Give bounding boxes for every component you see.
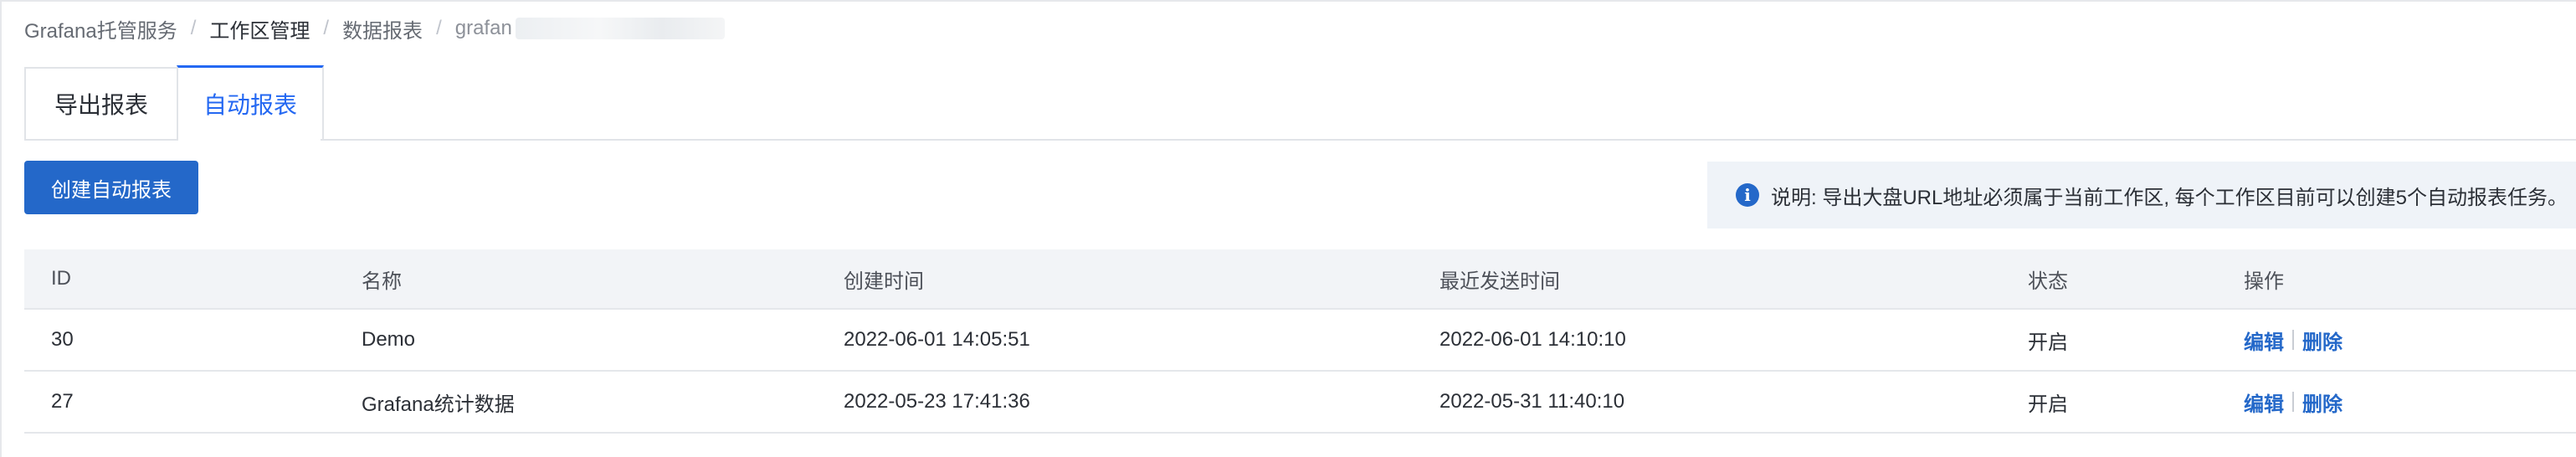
cell-actions: 编辑 删除 [2244, 326, 2576, 355]
cell-status: 开启 [2028, 331, 2068, 354]
delete-link[interactable]: 删除 [2302, 326, 2343, 355]
page: Grafana托管服务 / 工作区管理 / 数据报表 / grafan 导出报表… [0, 0, 2576, 457]
notice-banner: i 说明: 导出大盘URL地址必须属于当前工作区, 每个工作区目前可以创建5个自… [1707, 162, 2576, 228]
report-tabs: 导出报表 自动报表 [24, 65, 324, 141]
cell-name: Demo [362, 328, 416, 351]
column-header-name: 名称 [362, 270, 402, 293]
breadcrumb-current-label: grafan [454, 17, 512, 39]
redacted-text [515, 18, 725, 39]
cell-created: 2022-05-23 17:41:36 [844, 390, 1030, 413]
table-header: ID 名称 创建时间 最近发送时间 状态 操作 [24, 249, 2576, 310]
edit-link[interactable]: 编辑 [2244, 326, 2284, 355]
cell-last-sent: 2022-06-01 14:10:10 [1439, 328, 1626, 351]
tab-auto-reports[interactable]: 自动报表 [177, 65, 324, 141]
notice-text: 说明: 导出大盘URL地址必须属于当前工作区, 每个工作区目前可以创建5个自动报… [1771, 186, 2568, 209]
table-row: 27 Grafana统计数据 2022-05-23 17:41:36 2022-… [24, 372, 2576, 434]
breadcrumb-separator: / [436, 17, 442, 39]
column-header-status: 状态 [2028, 270, 2068, 293]
column-header-actions: 操作 [2244, 270, 2284, 293]
info-icon: i [1736, 183, 1759, 207]
create-auto-report-button[interactable]: 创建自动报表 [24, 161, 198, 214]
column-header-last-sent: 最近发送时间 [1439, 270, 1560, 293]
cell-created: 2022-06-01 14:05:51 [844, 328, 1030, 351]
top-border [0, 0, 2576, 2]
tab-export-reports[interactable]: 导出报表 [24, 67, 177, 141]
breadcrumb-separator: / [323, 17, 330, 39]
table-row: 30 Demo 2022-06-01 14:05:51 2022-06-01 1… [24, 310, 2576, 372]
auto-report-table: ID 名称 创建时间 最近发送时间 状态 操作 30 Demo 2022-06-… [24, 249, 2576, 434]
cell-status: 开启 [2028, 393, 2068, 416]
breadcrumb-workspace-management[interactable]: 工作区管理 [209, 14, 310, 44]
column-header-id: ID [51, 267, 71, 290]
breadcrumb: Grafana托管服务 / 工作区管理 / 数据报表 / grafan [24, 14, 725, 44]
tabs-active-gap [178, 139, 321, 141]
breadcrumb-data-reports[interactable]: 数据报表 [342, 14, 423, 44]
breadcrumb-current-workspace: grafan [455, 17, 725, 40]
left-border [0, 0, 2, 457]
delete-link[interactable]: 删除 [2302, 388, 2343, 417]
cell-id: 30 [51, 328, 74, 351]
cell-name: Grafana统计数据 [362, 393, 515, 416]
cell-last-sent: 2022-05-31 11:40:10 [1439, 390, 1625, 413]
cell-id: 27 [51, 390, 74, 413]
breadcrumb-separator: / [190, 17, 197, 39]
breadcrumb-grafana-service[interactable]: Grafana托管服务 [24, 14, 177, 44]
cell-actions: 编辑 删除 [2244, 388, 2576, 417]
tabs-divider [24, 139, 2576, 141]
column-header-created: 创建时间 [844, 270, 924, 293]
action-divider [2292, 330, 2294, 350]
action-divider [2292, 392, 2294, 412]
edit-link[interactable]: 编辑 [2244, 388, 2284, 417]
